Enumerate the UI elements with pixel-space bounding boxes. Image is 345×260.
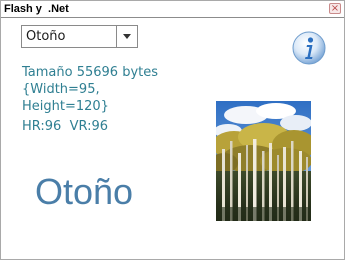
season-dropdown[interactable]: Otoño bbox=[21, 25, 138, 48]
chevron-down-icon[interactable] bbox=[116, 26, 137, 47]
image-height-text: Height=120} bbox=[22, 99, 109, 114]
image-size-text: Tamaño 55696 bytes bbox=[22, 65, 159, 80]
info-icon[interactable] bbox=[291, 30, 327, 66]
close-icon: × bbox=[330, 3, 340, 14]
app-window: Flash y .Net × Otoño Tamaño 55696 bytes … bbox=[0, 0, 345, 260]
title-bar: Flash y .Net × bbox=[1, 1, 344, 18]
close-button[interactable]: × bbox=[329, 3, 341, 14]
image-width-text: {Width=95, bbox=[22, 82, 100, 97]
image-resolution-text: HR:96 VR:96 bbox=[22, 119, 109, 134]
season-photo bbox=[210, 101, 316, 221]
season-dropdown-value: Otoño bbox=[26, 29, 66, 44]
season-title: Otoño bbox=[35, 171, 134, 212]
window-title: Flash y .Net bbox=[4, 3, 69, 15]
